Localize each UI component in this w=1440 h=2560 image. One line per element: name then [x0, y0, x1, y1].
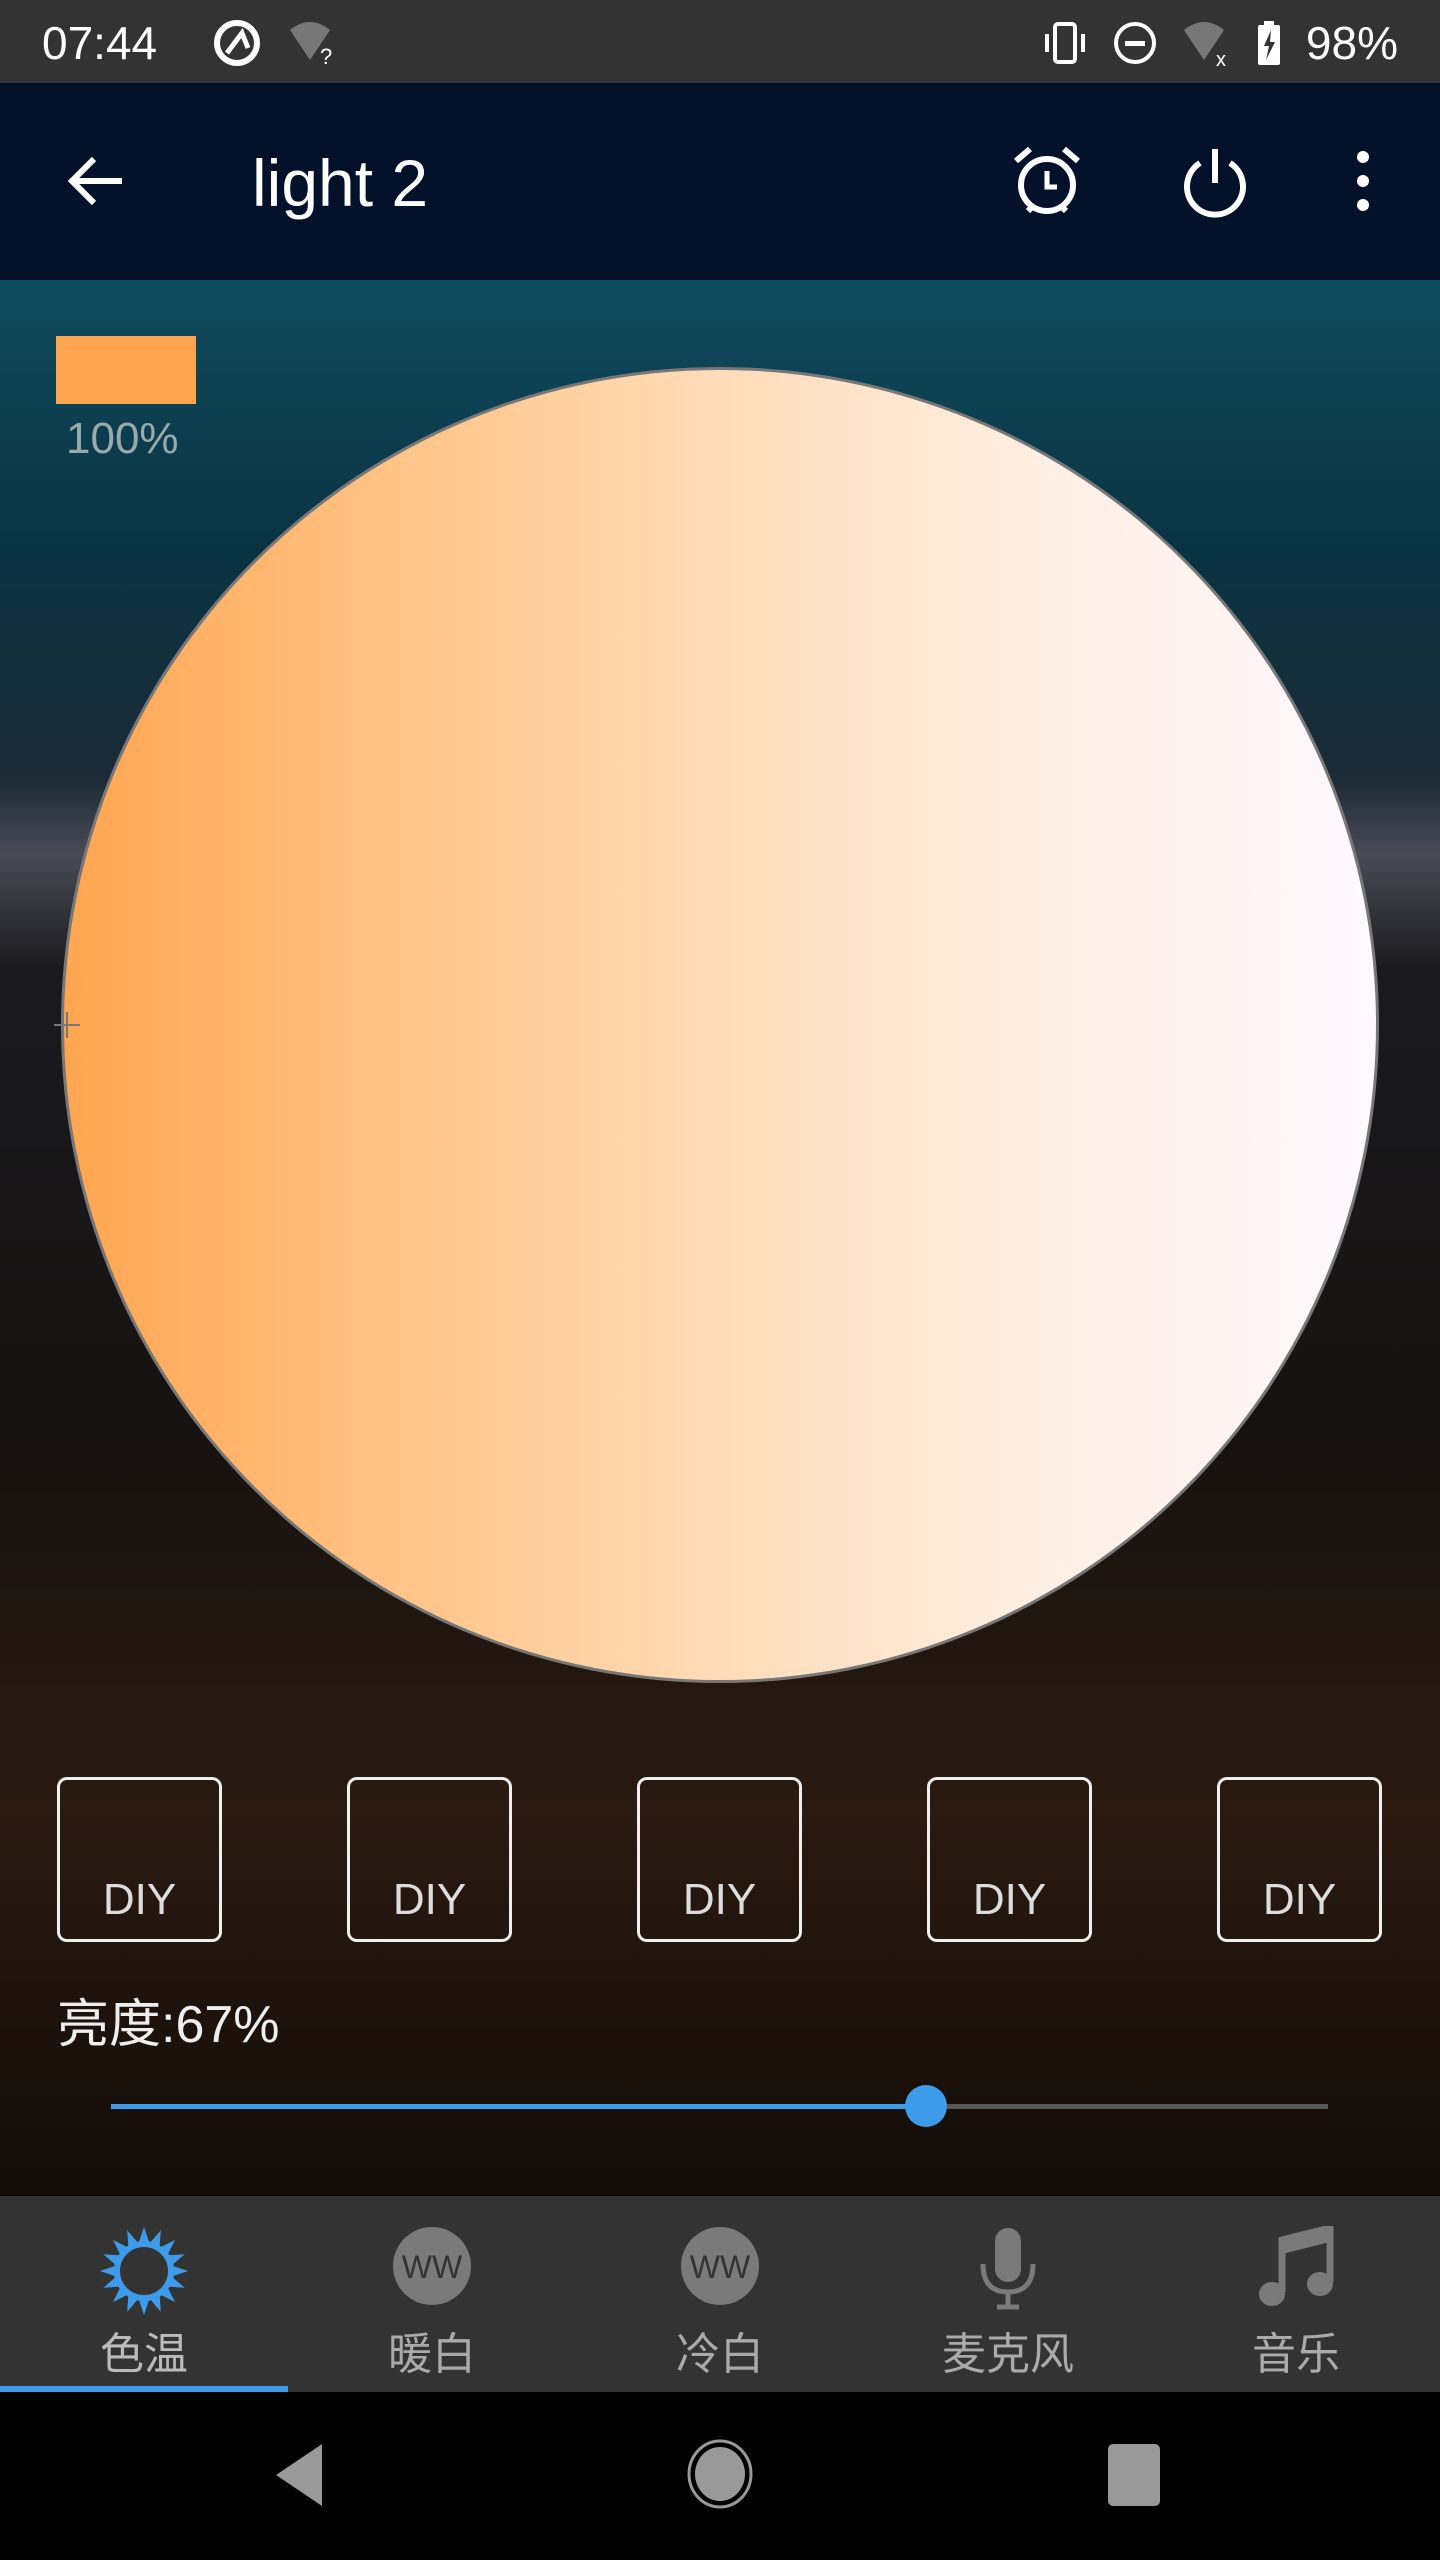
tab-microphone[interactable]: 麦克风	[864, 2196, 1152, 2392]
svg-text:?: ?	[320, 44, 332, 66]
battery-percent: 98%	[1305, 17, 1398, 69]
diy-label: DIY	[972, 1875, 1047, 1924]
tab-warm-white[interactable]: WW 暖白	[288, 2196, 576, 2392]
diy-button-4[interactable]: DIY	[927, 1777, 1092, 1942]
diy-label: DIY	[682, 1875, 757, 1924]
diy-button-1[interactable]: DIY	[57, 1777, 222, 1942]
dnd-icon	[1113, 22, 1156, 64]
diy-label: DIY	[102, 1875, 177, 1924]
vibrate-icon	[1044, 22, 1085, 64]
system-navigation-bar	[0, 2392, 1440, 2560]
sun-icon	[100, 2227, 188, 2315]
diy-button-5[interactable]: DIY	[1217, 1777, 1382, 1942]
color-swatch	[56, 336, 196, 404]
nav-recents-icon[interactable]	[1108, 2444, 1160, 2506]
back-arrow-icon[interactable]	[64, 149, 128, 213]
diy-label: DIY	[1262, 1875, 1337, 1924]
nav-home-icon[interactable]	[686, 2438, 754, 2510]
more-vert-icon[interactable]	[1346, 149, 1380, 213]
slider-fill	[111, 2104, 927, 2109]
brightness-slider[interactable]	[111, 2085, 1328, 2127]
tab-label: 冷白	[676, 2330, 764, 2379]
tab-label: 麦克风	[942, 2330, 1074, 2379]
ww-icon: WW	[681, 2227, 759, 2305]
ww-icon: WW	[393, 2227, 471, 2305]
microphone-icon	[980, 2228, 1036, 2310]
status-bar: 07:44 ? x 98%	[0, 0, 1440, 83]
tab-color-temperature[interactable]: 色温	[0, 2196, 288, 2392]
crosshair-icon[interactable]	[54, 1012, 80, 1038]
svg-text:WW: WW	[690, 2249, 751, 2285]
page-title: light 2	[252, 146, 429, 220]
tab-label: 暖白	[388, 2330, 476, 2379]
sync-icon	[214, 20, 260, 66]
app-bar: light 2	[0, 83, 1440, 280]
diy-label: DIY	[392, 1875, 467, 1924]
svg-text:WW: WW	[402, 2249, 463, 2285]
tab-cool-white[interactable]: WW 冷白	[576, 2196, 864, 2392]
tab-label: 音乐	[1252, 2330, 1340, 2379]
tab-label: 色温	[100, 2330, 188, 2379]
bottom-tab-bar: 色温 WW 暖白 WW 冷白 麦克风 音乐	[0, 2196, 1440, 2392]
svg-text:x: x	[1216, 49, 1226, 66]
color-temperature-wheel[interactable]	[61, 367, 1379, 1683]
diy-button-2[interactable]: DIY	[347, 1777, 512, 1942]
wifi-off-icon: x	[1183, 22, 1226, 66]
diy-button-3[interactable]: DIY	[637, 1777, 802, 1942]
status-time: 07:44	[42, 17, 158, 69]
color-percent: 100%	[66, 414, 179, 463]
power-icon[interactable]	[1178, 145, 1252, 219]
tab-music[interactable]: 音乐	[1152, 2196, 1440, 2392]
brightness-label: 亮度:67%	[57, 1996, 280, 2054]
alarm-icon[interactable]	[1010, 145, 1084, 219]
battery-charging-icon	[1257, 21, 1280, 65]
nav-back-icon[interactable]	[272, 2442, 328, 2508]
music-note-icon	[1259, 2226, 1334, 2306]
wifi-unknown-icon: ?	[290, 22, 332, 66]
